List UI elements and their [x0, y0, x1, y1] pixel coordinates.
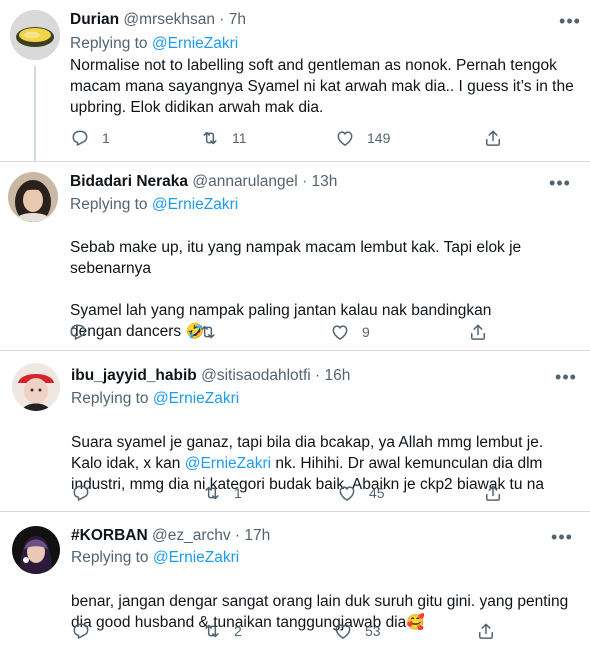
avatar[interactable] — [12, 363, 60, 411]
display-name[interactable]: #KORBAN — [71, 527, 148, 544]
more-icon[interactable]: ••• — [540, 174, 580, 192]
tweet-text: Normalise not to labelling soft and gent… — [70, 57, 574, 116]
separator-dot: · — [234, 527, 241, 544]
timestamp[interactable]: 17h — [244, 527, 270, 544]
replying-label: Replying to — [70, 35, 148, 52]
retweet-icon — [198, 322, 218, 342]
reply-icon — [70, 128, 90, 148]
retweet-button[interactable]: 1 — [202, 483, 242, 503]
separator-dot: · — [302, 173, 308, 190]
like-button[interactable]: 53 — [333, 621, 381, 641]
retweet-count: 11 — [232, 130, 247, 146]
like-button[interactable]: 149 — [335, 128, 390, 148]
tweet[interactable]: #KORBAN @ez_archv · 17h ••• Replying to … — [0, 512, 590, 651]
like-count: 45 — [369, 485, 385, 501]
share-icon — [483, 483, 503, 503]
retweet-button[interactable]: 2 — [202, 621, 242, 641]
avatar[interactable] — [8, 172, 58, 222]
thread-line — [34, 66, 36, 162]
reply-button[interactable] — [71, 621, 103, 641]
heart-icon — [335, 128, 355, 148]
reply-icon — [71, 483, 91, 503]
like-count: 9 — [362, 324, 370, 340]
reply-count: 1 — [102, 130, 110, 146]
display-name[interactable]: ibu_jayyid_habib — [71, 367, 197, 384]
like-button[interactable]: 9 — [330, 322, 370, 342]
handle[interactable]: @ez_archv — [152, 527, 231, 544]
share-icon — [476, 621, 496, 641]
heart-icon — [333, 621, 353, 641]
display-name[interactable]: Durian — [70, 11, 119, 28]
reply-button[interactable]: 1 — [70, 128, 110, 148]
mention-link[interactable]: @ErnieZakri — [185, 455, 271, 472]
reply-icon — [68, 322, 88, 342]
share-button[interactable] — [476, 621, 496, 641]
retweet-button[interactable]: 11 — [200, 128, 247, 148]
share-icon — [468, 322, 488, 342]
retweet-icon — [202, 483, 222, 503]
retweet-icon — [202, 621, 222, 641]
retweet-count: 2 — [234, 623, 242, 639]
heart-icon — [337, 483, 357, 503]
more-icon[interactable]: ••• — [546, 368, 586, 386]
tweet[interactable]: Durian @mrsekhsan · 7h ••• Replying to @… — [0, 0, 590, 161]
handle[interactable]: @mrsekhsan — [123, 11, 215, 28]
more-icon[interactable]: ••• — [550, 12, 590, 30]
like-count: 53 — [365, 623, 381, 639]
like-count: 149 — [367, 130, 391, 146]
replying-to-link[interactable]: @ErnieZakri — [152, 196, 238, 213]
replying-label: Replying to — [71, 390, 149, 407]
share-button[interactable] — [468, 322, 488, 342]
share-button[interactable] — [483, 128, 503, 148]
replying-label: Replying to — [71, 549, 149, 566]
replying-to-link[interactable]: @ErnieZakri — [153, 549, 239, 566]
tweet[interactable]: Bidadari Neraka @annarulangel · 13h ••• … — [0, 162, 590, 350]
retweet-button[interactable] — [198, 322, 230, 342]
handle[interactable]: @sitisaodahlotfi — [201, 367, 311, 384]
replying-label: Replying to — [70, 196, 148, 213]
separator-dot: · — [315, 367, 321, 384]
heart-icon — [330, 322, 350, 342]
share-button[interactable] — [483, 483, 503, 503]
avatar[interactable] — [12, 526, 60, 574]
timestamp[interactable]: 7h — [229, 11, 246, 28]
replying-to-link[interactable]: @ErnieZakri — [152, 35, 238, 52]
display-name[interactable]: Bidadari Neraka — [70, 173, 188, 190]
separator-dot: · — [219, 11, 225, 28]
avatar[interactable] — [10, 10, 60, 60]
reply-button[interactable] — [68, 322, 100, 342]
reply-button[interactable] — [71, 483, 103, 503]
handle[interactable]: @annarulangel — [192, 173, 297, 190]
timestamp[interactable]: 13h — [312, 173, 338, 190]
like-button[interactable]: 45 — [337, 483, 385, 503]
retweet-count: 1 — [234, 485, 242, 501]
more-icon[interactable]: ••• — [542, 528, 582, 546]
share-icon — [483, 128, 503, 148]
replying-to-link[interactable]: @ErnieZakri — [153, 390, 239, 407]
retweet-icon — [200, 128, 220, 148]
timestamp[interactable]: 16h — [325, 367, 351, 384]
tweet[interactable]: ibu_jayyid_habib @sitisaodahlotfi · 16h … — [0, 351, 590, 511]
reply-icon — [71, 621, 91, 641]
